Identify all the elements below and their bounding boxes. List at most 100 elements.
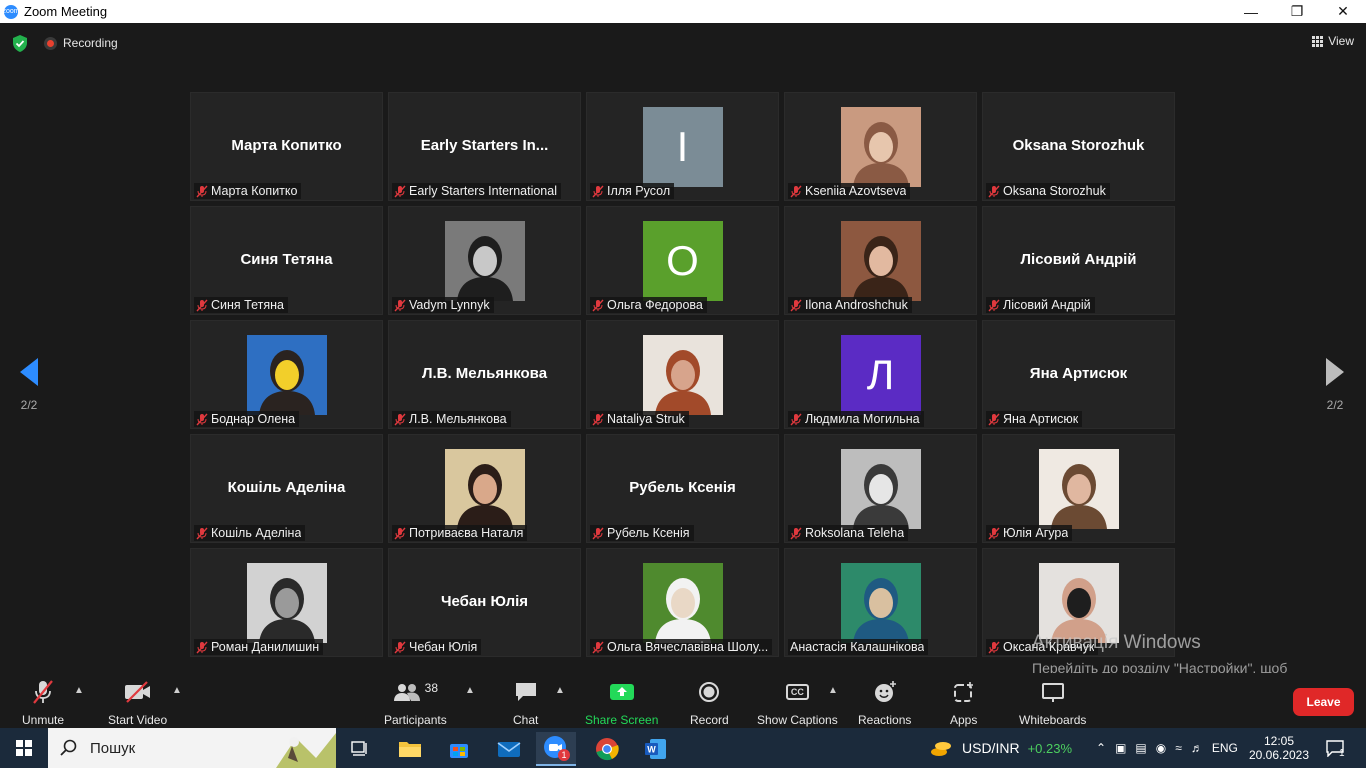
taskbar-file-explorer[interactable] — [390, 732, 430, 766]
participant-name: Ілля Русол — [607, 184, 671, 198]
participant-name: Л.В. Мельянкова — [409, 412, 507, 426]
chat-button[interactable]: Chat — [513, 679, 538, 727]
store-icon — [450, 744, 468, 758]
participant-tile[interactable]: Oksana Storozhuk Oksana Storozhuk — [982, 92, 1175, 201]
record-button[interactable]: Record — [690, 679, 729, 727]
task-view-button[interactable] — [340, 732, 380, 766]
show-captions-button[interactable]: CC Show Captions — [757, 679, 838, 727]
grid-view-icon — [1312, 35, 1324, 47]
participant-display-name: Чебан Юлія — [440, 593, 529, 610]
maximize-button[interactable]: ❐ — [1274, 0, 1320, 23]
participants-options-chevron-icon[interactable]: ▲ — [465, 685, 475, 696]
clock[interactable]: 12:05 20.06.2023 — [1249, 728, 1309, 768]
search-placeholder: Пошук — [90, 739, 136, 757]
cc-badge: CC — [785, 684, 809, 700]
unmute-label: Unmute — [22, 713, 65, 727]
windows-logo-icon — [16, 740, 32, 756]
taskbar-chrome[interactable] — [587, 732, 627, 766]
participant-tile[interactable]: Юлія Агура — [982, 434, 1175, 543]
mic-off-icon — [988, 641, 1000, 653]
participant-tile[interactable]: Потриваєва Наталя — [388, 434, 581, 543]
view-button[interactable]: View — [1312, 34, 1354, 48]
security-shield-icon[interactable] — [12, 35, 28, 52]
mic-off-icon — [394, 527, 406, 539]
participant-name-label: Боднар Олена — [194, 411, 300, 427]
taskbar-widget-currency[interactable]: USD/INR +0.23% — [930, 728, 1072, 768]
meet-now-icon[interactable]: ◉ — [1156, 741, 1166, 755]
task-view-icon — [351, 741, 367, 756]
video-options-chevron-icon[interactable]: ▲ — [172, 685, 182, 696]
leave-button[interactable]: Leave — [1293, 688, 1354, 716]
participant-tile[interactable]: Кошіль Аделіна Кошіль Аделіна — [190, 434, 383, 543]
participant-name: Боднар Олена — [211, 412, 296, 426]
participant-tile[interactable]: Ilona Androshchuk — [784, 206, 977, 315]
participant-tile[interactable]: Боднар Олена — [190, 320, 383, 429]
participant-tile[interactable]: Kseniia Azovtseva — [784, 92, 977, 201]
whiteboards-button[interactable]: Whiteboards — [1019, 679, 1086, 727]
audio-options-chevron-icon[interactable]: ▲ — [74, 685, 84, 696]
participant-display-name: Синя Тетяна — [240, 251, 333, 268]
participant-tile[interactable]: Рубель Ксенія Рубель Ксенія — [586, 434, 779, 543]
participant-tile[interactable]: Чебан Юлія Чебан Юлія — [388, 548, 581, 657]
participant-tile[interactable]: Early Starters In... Early Starters Inter… — [388, 92, 581, 201]
start-button[interactable] — [0, 728, 48, 768]
participant-tile[interactable]: Vadym Lynnyk — [388, 206, 581, 315]
close-button[interactable]: ✕ — [1320, 0, 1366, 23]
participant-tile[interactable]: Л Людмила Могильна — [784, 320, 977, 429]
taskbar-search-box[interactable]: Пошук — [48, 728, 336, 768]
reactions-button[interactable]: Reactions — [858, 679, 911, 727]
participant-tile[interactable]: О Ольга Федорова — [586, 206, 779, 315]
participant-name-label: Юлія Агура — [986, 525, 1073, 541]
participant-tile[interactable]: І Ілля Русол — [586, 92, 779, 201]
activation-title: Активація Windows — [1032, 632, 1201, 653]
zoom-app-icon: zoom — [2, 4, 20, 19]
taskbar-store[interactable] — [439, 732, 479, 766]
tray-overflow-chevron-icon[interactable]: ⌃ — [1096, 741, 1106, 755]
participant-tile[interactable]: Л.В. Мельянкова Л.В. Мельянкова — [388, 320, 581, 429]
apps-button[interactable]: Apps — [950, 679, 977, 727]
captions-options-chevron-icon[interactable]: ▲ — [828, 685, 838, 696]
participant-tile[interactable]: Ольга Вячеславівна Шолу... — [586, 548, 779, 657]
minimize-button[interactable]: — — [1228, 0, 1274, 23]
participants-icon-row: 38 — [393, 679, 438, 705]
chat-options-chevron-icon[interactable]: ▲ — [555, 685, 565, 696]
participant-tile[interactable]: Роман Данилишин — [190, 548, 383, 657]
participant-name: Kseniia Azovtseva — [805, 184, 907, 198]
participant-tile[interactable]: Roksolana Teleha — [784, 434, 977, 543]
mic-off-icon — [790, 527, 802, 539]
tray-app-icon[interactable]: ▣ — [1115, 741, 1126, 755]
participant-tile[interactable]: Яна Артисюк Яна Артисюк — [982, 320, 1175, 429]
participant-tile[interactable]: Лісовий Андрій Лісовий Андрій — [982, 206, 1175, 315]
apps-label: Apps — [950, 713, 978, 727]
participant-name: Анастасія Калашнікова — [790, 640, 925, 654]
battery-icon[interactable]: ▤ — [1135, 741, 1146, 755]
previous-page-button[interactable]: 2/2 — [14, 358, 44, 412]
next-page-button[interactable]: 2/2 — [1320, 358, 1350, 412]
participant-tile[interactable]: Анастасія Калашнікова — [784, 548, 977, 657]
participant-tile[interactable]: Nataliya Struk — [586, 320, 779, 429]
recording-indicator[interactable]: Recording — [44, 36, 118, 50]
participant-tile[interactable]: Синя Тетяна Синя Тетяна — [190, 206, 383, 315]
video-gallery: Марта Копитко Марта Копитко Early Starters… — [190, 92, 1176, 658]
participant-name-label: Roksolana Teleha — [788, 525, 909, 541]
mic-off-icon — [592, 299, 604, 311]
start-video-button[interactable]: Start Video — [108, 679, 167, 727]
participant-name-label: Ilona Androshchuk — [788, 297, 912, 313]
chat-label: Chat — [513, 713, 539, 727]
language-indicator[interactable]: ENG — [1212, 741, 1238, 755]
share-screen-button[interactable]: Share Screen — [585, 679, 658, 727]
participants-button[interactable]: 38 Participants — [384, 679, 447, 727]
taskbar-zoom[interactable]: 1 — [536, 732, 576, 766]
unmute-button[interactable]: Unmute — [22, 679, 64, 727]
volume-icon[interactable]: ♬ — [1191, 741, 1203, 755]
participant-tile[interactable]: Марта Копитко Марта Копитко — [190, 92, 383, 201]
participant-photo — [840, 107, 921, 187]
smiley-icon — [873, 679, 897, 705]
participant-photo — [642, 563, 723, 643]
taskbar-word[interactable]: W — [636, 732, 676, 766]
participant-name-label: Чебан Юлія — [392, 639, 482, 655]
notification-center-button[interactable]: 1 — [1326, 728, 1345, 768]
taskbar-mail[interactable] — [489, 732, 529, 766]
mic-off-icon — [196, 641, 208, 653]
wifi-icon[interactable]: ≈ — [1175, 741, 1182, 755]
